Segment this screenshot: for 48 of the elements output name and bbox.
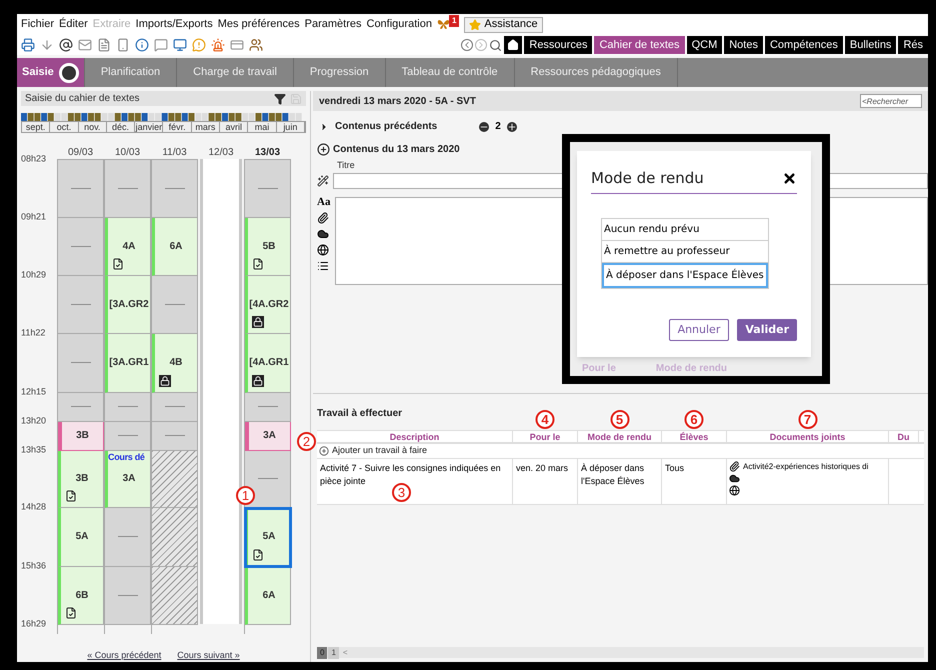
class-label: 4B bbox=[170, 356, 182, 370]
notification-count: 1 bbox=[448, 14, 460, 26]
faded-column-header: Mode de rendu bbox=[656, 362, 728, 376]
class-label: 5B bbox=[262, 240, 276, 254]
due-date-cell: ven. 20 mars bbox=[513, 458, 578, 504]
homework-title: Travail à effectuer bbox=[317, 408, 402, 418]
class-label: 5A bbox=[262, 530, 276, 544]
slot-note: Cours dé bbox=[108, 450, 145, 464]
class-label: 5A bbox=[76, 530, 88, 544]
class-label: 3A bbox=[263, 429, 276, 443]
annotation-number: 2 bbox=[297, 432, 316, 450]
annotation-number: 6 bbox=[684, 410, 704, 428]
time-label: 14h28 bbox=[21, 500, 46, 513]
annotation-number: 5 bbox=[610, 410, 629, 428]
class-label: 3B bbox=[76, 472, 88, 486]
time-label: 16h29 bbox=[21, 616, 46, 630]
class-label: [4A.GR1 bbox=[249, 356, 289, 370]
annotation-number: 7 bbox=[798, 410, 817, 428]
previous-count: 2 bbox=[495, 120, 501, 134]
class-label: 4A bbox=[122, 240, 136, 254]
time-label: 09h21 bbox=[21, 210, 46, 223]
dialog-title: Mode de rendu bbox=[591, 168, 704, 189]
previous-contents-label: Contenus précédents bbox=[335, 120, 438, 134]
time-label: 15h36 bbox=[21, 558, 46, 572]
title-label: Titre bbox=[336, 159, 356, 172]
students-cell: Tous bbox=[662, 458, 727, 504]
class-label: [3A.GR1 bbox=[109, 356, 149, 370]
class-label: [4A.GR2 bbox=[249, 298, 289, 312]
lesson-title: vendredi 13 mars 2020 - 5A - SVT bbox=[319, 94, 476, 108]
class-label: 6B bbox=[76, 588, 88, 602]
class-label: [3A.GR2 bbox=[109, 298, 149, 312]
class-label: 3A bbox=[122, 472, 136, 486]
class-label: 3B bbox=[76, 429, 89, 443]
time-label: 12h15 bbox=[21, 384, 46, 398]
submission-mode-cell: À déposer dans l'Espace Élèves bbox=[578, 458, 662, 504]
class-label: 6A bbox=[262, 588, 276, 602]
time-label: 13h20 bbox=[21, 414, 46, 427]
time-label: 10h29 bbox=[21, 268, 46, 281]
contents-label: Contenus du 13 mars 2020 bbox=[333, 143, 460, 157]
annotation-number: 4 bbox=[536, 410, 554, 428]
time-label: 08h23 bbox=[21, 152, 46, 165]
annotation-number: 3 bbox=[392, 482, 411, 502]
panel-title: Saisie du cahier de textes bbox=[25, 92, 140, 106]
faded-column-header: Pour le bbox=[582, 362, 616, 376]
description-cell: Activité 7 - Suivre les consignes indiquées en pièce jointe 3 bbox=[317, 458, 513, 504]
time-label: 11h22 bbox=[21, 326, 46, 339]
class-label: 6A bbox=[170, 240, 182, 254]
time-label: 13h35 bbox=[21, 442, 46, 456]
